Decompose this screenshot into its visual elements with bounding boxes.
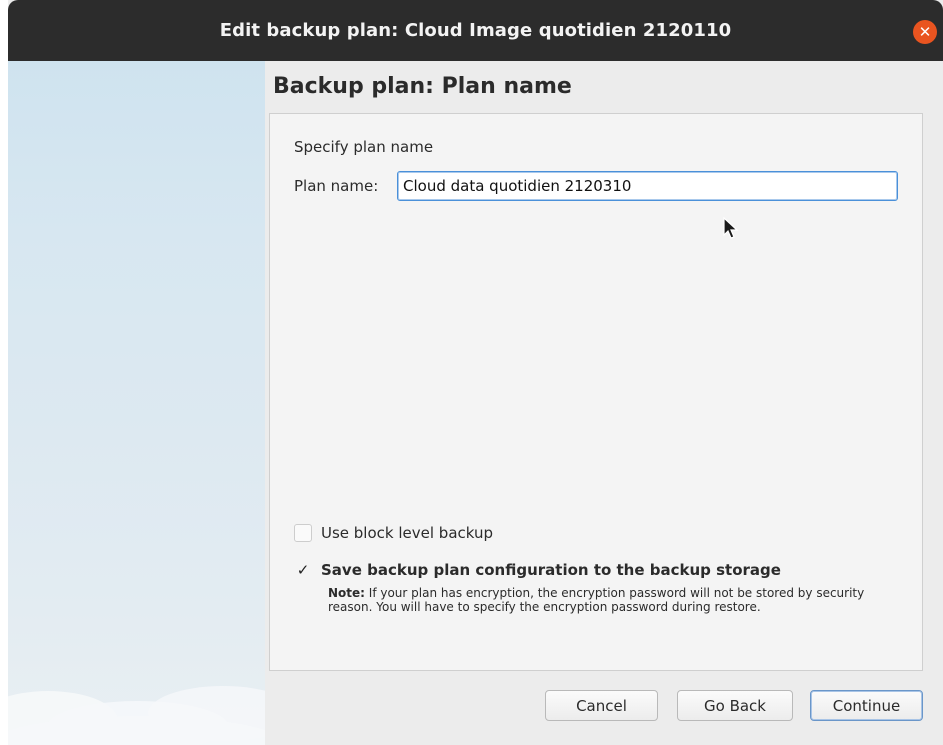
section-label: Specify plan name	[294, 138, 434, 156]
go-back-button[interactable]: Go Back	[677, 690, 793, 721]
page-title: Backup plan: Plan name	[273, 74, 572, 99]
cancel-button[interactable]: Cancel	[545, 690, 658, 721]
sky-banner-image	[8, 61, 265, 745]
note-text: If your plan has encryption, the encrypt…	[328, 586, 865, 614]
window-title: Edit backup plan: Cloud Image quotidien …	[219, 20, 732, 41]
plan-name-input[interactable]	[397, 171, 898, 201]
dialog-window: Edit backup plan: Cloud Image quotidien …	[8, 0, 943, 745]
plan-name-label: Plan name:	[294, 177, 379, 195]
plan-name-panel: Specify plan name Plan name: Use block l…	[269, 113, 923, 671]
note-prefix: Note:	[328, 586, 365, 600]
save-config-checkbox[interactable]: ✓	[294, 561, 312, 579]
mouse-pointer-icon	[723, 217, 739, 239]
block-level-checkbox[interactable]	[294, 524, 312, 542]
continue-button[interactable]: Continue	[810, 690, 923, 721]
encryption-note: Note: If your plan has encryption, the e…	[328, 586, 908, 614]
save-config-option[interactable]: ✓ Save backup plan configuration to the …	[294, 561, 781, 579]
block-level-option[interactable]: Use block level backup	[294, 524, 493, 542]
title-bar[interactable]: Edit backup plan: Cloud Image quotidien …	[8, 0, 943, 61]
block-level-label: Use block level backup	[321, 524, 494, 542]
save-config-label: Save backup plan configuration to the ba…	[321, 561, 781, 579]
close-icon[interactable]: ✕	[913, 20, 937, 44]
